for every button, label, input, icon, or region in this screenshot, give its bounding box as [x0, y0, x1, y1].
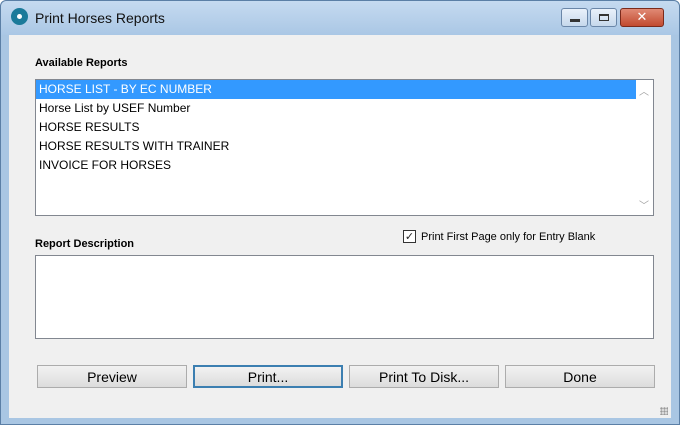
preview-button[interactable]: Preview — [37, 365, 187, 388]
scroll-up-arrow-icon[interactable]: ︿ — [639, 83, 649, 98]
print-first-page-checkbox[interactable]: ✓ — [403, 230, 416, 243]
close-icon: ✕ — [636, 10, 648, 25]
available-reports-list[interactable]: HORSE LIST - BY EC NUMBER Horse List by … — [35, 79, 654, 216]
report-description-label: Report Description — [35, 238, 135, 250]
app-ring-icon — [11, 8, 28, 25]
dialog-body: Available Reports HORSE LIST - BY EC NUM… — [9, 35, 671, 418]
title-bar[interactable]: Print Horses Reports ✕ — [1, 1, 679, 35]
window-title: Print Horses Reports — [35, 10, 165, 26]
vertical-scrollbar[interactable]: ︿ ﹀ — [636, 80, 653, 215]
scroll-down-arrow-icon[interactable]: ﹀ — [639, 197, 649, 212]
print-horses-reports-window: Print Horses Reports ✕ Available Reports… — [0, 0, 680, 425]
minimize-icon — [569, 19, 580, 22]
print-first-page-option[interactable]: ✓ Print First Page only for Entry Blank — [403, 230, 595, 243]
list-item[interactable]: INVOICE FOR HORSES — [36, 156, 653, 175]
report-description-box — [35, 255, 654, 339]
list-item[interactable]: HORSE RESULTS WITH TRAINER — [36, 137, 653, 156]
print-to-disk-button[interactable]: Print To Disk... — [349, 365, 499, 388]
print-first-page-label: Print First Page only for Entry Blank — [421, 230, 596, 243]
resize-grip-icon[interactable] — [660, 407, 668, 415]
list-item[interactable]: HORSE LIST - BY EC NUMBER — [36, 80, 653, 99]
maximize-button[interactable] — [590, 8, 617, 27]
available-reports-label: Available Reports — [35, 57, 128, 69]
maximize-icon — [598, 14, 609, 21]
list-item[interactable]: HORSE RESULTS — [36, 118, 653, 137]
print-button[interactable]: Print... — [193, 365, 343, 388]
list-item[interactable]: Horse List by USEF Number — [36, 99, 653, 118]
close-button[interactable]: ✕ — [620, 8, 664, 27]
done-button[interactable]: Done — [505, 365, 655, 388]
minimize-button[interactable] — [561, 8, 588, 27]
